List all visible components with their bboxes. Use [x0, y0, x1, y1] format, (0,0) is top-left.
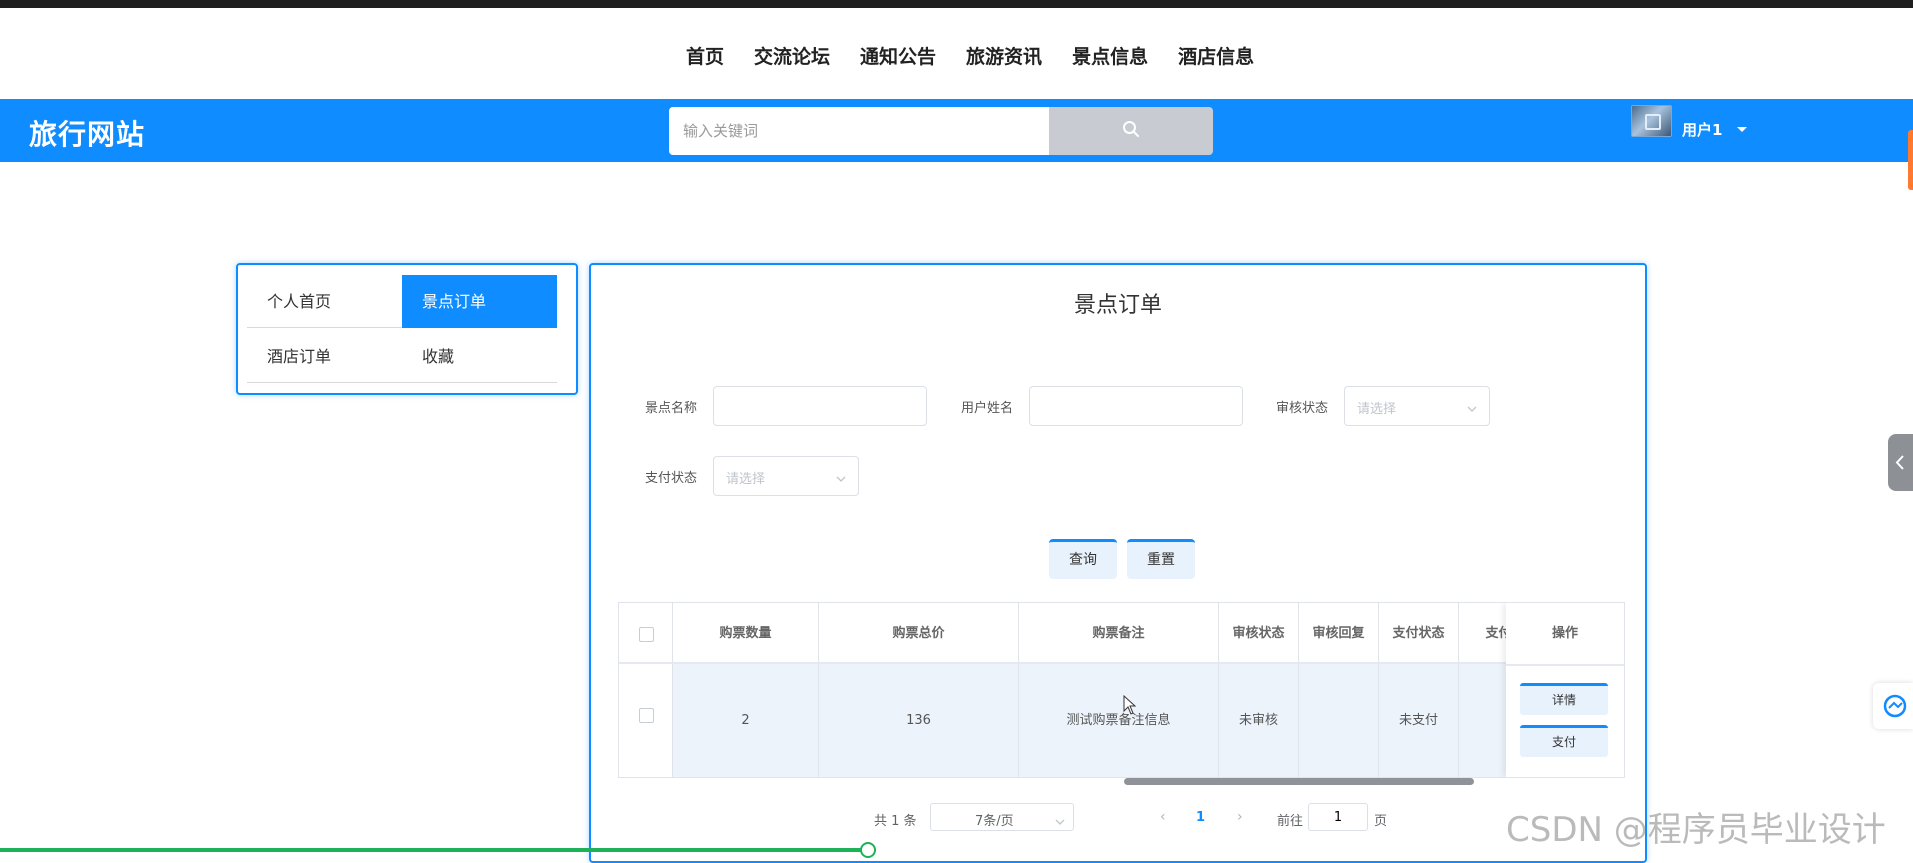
operation-column: 操作 详情 支付 [1506, 603, 1624, 777]
page-suffix: 页 [1374, 814, 1388, 829]
progress-line [0, 848, 867, 852]
prev-page-icon[interactable]: ‹ [1160, 809, 1166, 825]
goto-label: 前往 [1277, 814, 1304, 829]
chevron-down-icon [1467, 399, 1477, 418]
row-checkbox[interactable] [639, 708, 654, 723]
nav-item-forum[interactable]: 交流论坛 [754, 42, 830, 69]
cell-audit-reply [1299, 664, 1379, 777]
column-header[interactable]: 购票总价 [819, 603, 1019, 664]
avatar[interactable] [1631, 105, 1672, 137]
cell-pay-status: 未支付 [1379, 664, 1459, 777]
side-accent-tab[interactable] [1908, 130, 1913, 190]
search-input[interactable] [669, 107, 1049, 155]
caret-down-icon[interactable] [1737, 127, 1747, 132]
spot-name-label: 景点名称 [645, 401, 698, 416]
page-title: 景点订单 [1073, 293, 1162, 318]
sidebar-item-profile[interactable]: 个人首页 [247, 275, 402, 328]
window-top-bar [0, 0, 1913, 8]
sidebar-item-spot-orders[interactable]: 景点订单 [402, 275, 557, 328]
column-header[interactable]: 购票备注 [1019, 603, 1219, 664]
next-page-icon[interactable]: › [1237, 809, 1243, 825]
site-header: 旅行网站 用户1 [0, 99, 1913, 162]
page-size-select[interactable]: 7条/页 [930, 803, 1074, 831]
site-title[interactable]: 旅行网站 [29, 113, 145, 153]
progress-handle[interactable] [860, 842, 876, 858]
audit-status-label: 审核状态 [1276, 401, 1329, 416]
column-header[interactable]: 审核状态 [1219, 603, 1299, 664]
table-header-select [619, 603, 673, 664]
cell-ticket-remark: 测试购票备注信息 [1019, 664, 1219, 777]
user-name-label: 用户姓名 [961, 401, 1014, 416]
cell-ticket-total: 136 [819, 664, 1019, 777]
spot-orders-panel: 景点订单 景点名称 用户姓名 审核状态 请选择 支付状态 请选择 查询 重置 购… [589, 263, 1647, 863]
audit-status-select[interactable]: 请选择 [1344, 386, 1490, 426]
nav-item-travel-news[interactable]: 旅游资讯 [966, 42, 1042, 69]
sidebar-item-favorites[interactable]: 收藏 [402, 330, 557, 383]
nav-item-hotel-info[interactable]: 酒店信息 [1178, 42, 1254, 69]
pay-button[interactable]: 支付 [1520, 725, 1608, 757]
horizontal-scrollbar[interactable] [1124, 778, 1474, 785]
top-navigation: 首页 交流论坛 通知公告 旅游资讯 景点信息 酒店信息 [0, 8, 1913, 99]
chevron-left-icon [1895, 455, 1904, 470]
page-number-current[interactable]: 1 [1196, 810, 1205, 825]
cell-audit-status: 未审核 [1219, 664, 1299, 777]
user-center-menu: 个人首页 景点订单 酒店订单 收藏 [236, 263, 578, 395]
watermark: CSDN @程序员毕业设计 [1506, 810, 1886, 850]
collapse-side-tab[interactable] [1888, 434, 1913, 491]
user-name-input[interactable] [1029, 386, 1243, 426]
nav-item-spot-info[interactable]: 景点信息 [1072, 42, 1148, 69]
assistant-icon [1883, 694, 1907, 718]
user-name[interactable]: 用户1 [1682, 119, 1722, 140]
pay-status-placeholder: 请选择 [726, 472, 766, 487]
assistant-float-button[interactable] [1873, 683, 1913, 729]
pagination-total: 共 1 条 [874, 814, 917, 829]
sidebar-item-hotel-orders[interactable]: 酒店订单 [247, 330, 402, 383]
pay-status-label: 支付状态 [645, 471, 698, 486]
column-header[interactable]: 支付状态 [1379, 603, 1459, 664]
page-size-value: 7条/页 [975, 814, 1014, 829]
detail-button[interactable]: 详情 [1520, 683, 1608, 715]
column-header: 操作 [1506, 603, 1624, 666]
goto-page-input[interactable] [1308, 803, 1368, 831]
nav-menu: 首页 交流论坛 通知公告 旅游资讯 景点信息 酒店信息 [686, 42, 1254, 69]
pay-status-select[interactable]: 请选择 [713, 456, 859, 496]
select-all-checkbox[interactable] [639, 627, 654, 642]
spot-name-input[interactable] [713, 386, 927, 426]
search-button[interactable] [1049, 107, 1213, 155]
table-row-select [619, 664, 673, 777]
orders-table: 购票数量 购票总价 购票备注 审核状态 审核回复 支付状态 支付 2 136 测… [618, 602, 1625, 778]
reset-button[interactable]: 重置 [1127, 539, 1195, 579]
query-button[interactable]: 查询 [1049, 539, 1117, 579]
nav-item-notice[interactable]: 通知公告 [860, 42, 936, 69]
audit-status-placeholder: 请选择 [1357, 402, 1397, 417]
column-header[interactable]: 购票数量 [673, 603, 819, 664]
nav-item-home[interactable]: 首页 [686, 42, 724, 69]
search-icon [1122, 120, 1140, 142]
mouse-cursor-icon [1123, 694, 1137, 719]
chevron-down-icon [1055, 812, 1065, 831]
cell-ticket-qty: 2 [673, 664, 819, 777]
chevron-down-icon [836, 469, 846, 488]
column-header[interactable]: 审核回复 [1299, 603, 1379, 664]
